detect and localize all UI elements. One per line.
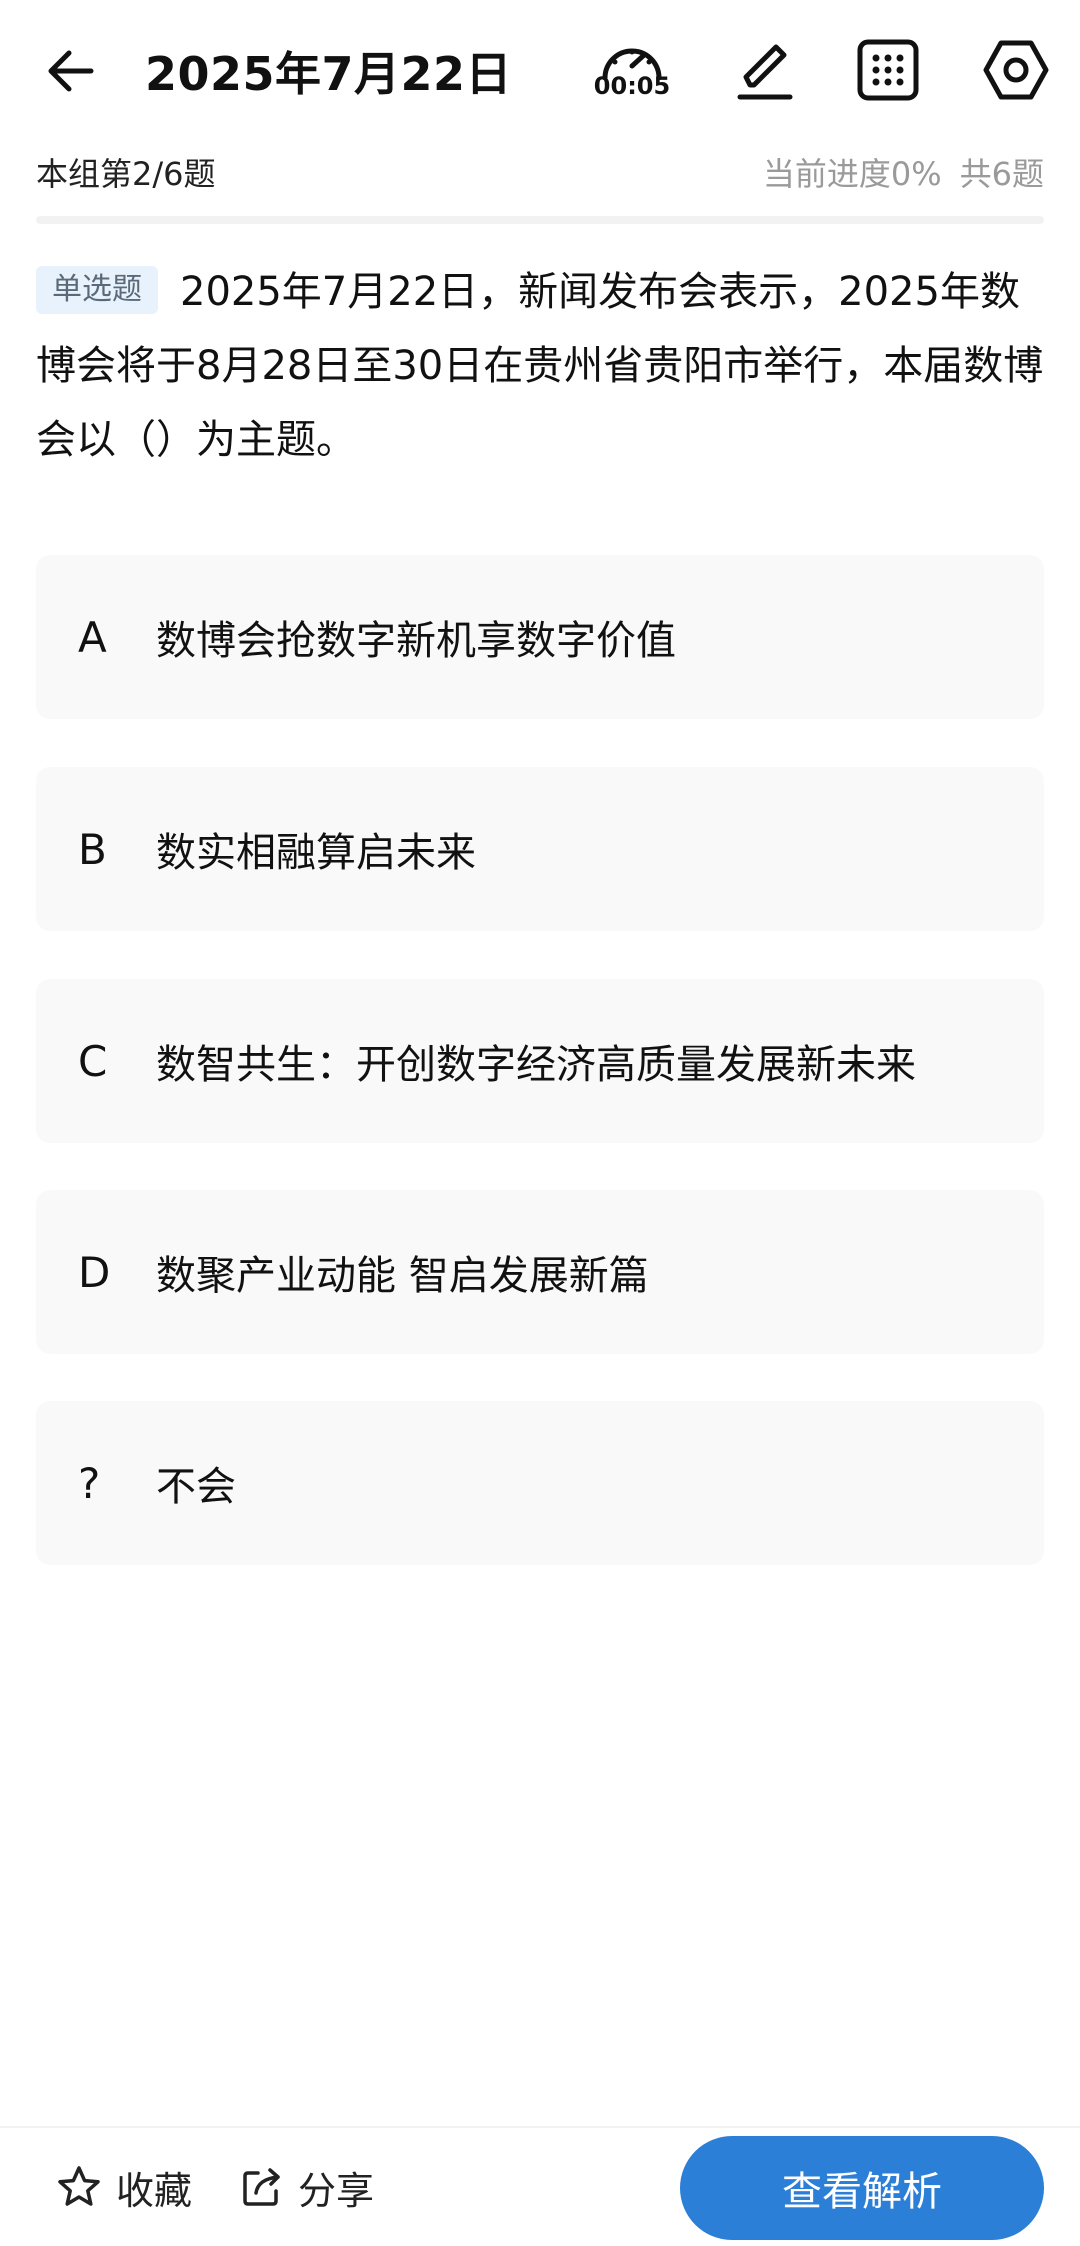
back-button[interactable] <box>36 36 106 106</box>
answer-sheet-button[interactable] <box>848 30 928 110</box>
option-letter: D <box>78 1247 111 1297</box>
option-a[interactable]: A 数博会抢数字新机享数字价值 <box>36 555 1044 719</box>
option-text: 数聚产业动能 智启发展新篇 <box>156 1253 649 1299</box>
view-analysis-button[interactable]: 查看解析 <box>680 2136 1044 2240</box>
arrow-left-icon <box>48 50 94 92</box>
timer-readout: 00:05 <box>593 72 671 100</box>
progress-row: 本组第2/6题 当前进度0% 共6题 <box>36 150 1044 194</box>
option-c[interactable]: C 数智共生：开创数字经济高质量发展新未来 <box>36 979 1044 1143</box>
edit-button[interactable] <box>724 30 804 110</box>
option-text: 数博会抢数字新机享数字价值 <box>156 618 676 664</box>
page-title: 2025年7月22日 <box>145 47 513 101</box>
question-text: 2025年7月22日，新闻发布会表示，2025年数博会将于8月28日至30日在贵… <box>36 269 1044 463</box>
progress-divider <box>36 216 1044 224</box>
current-progress-label: 当前进度0% <box>762 155 942 193</box>
option-text: 数智共生：开创数字经济高质量发展新未来 <box>156 1042 916 1088</box>
share-icon <box>243 2168 280 2206</box>
option-letter: ? <box>78 1458 101 1508</box>
share-label: 分享 <box>298 2168 375 2213</box>
option-text: 不会 <box>156 1464 236 1510</box>
option-d[interactable]: D 数聚产业动能 智启发展新篇 <box>36 1190 1044 1354</box>
settings-hexagon-icon <box>983 40 1049 100</box>
group-progress-label: 本组第2/6题 <box>36 155 216 193</box>
option-letter: A <box>78 612 107 662</box>
settings-button[interactable] <box>976 30 1056 110</box>
share-button[interactable]: 分享 <box>240 2128 374 2246</box>
pencil-icon <box>737 44 793 100</box>
overall-progress: 当前进度0% 共6题 <box>763 149 1044 195</box>
option-b[interactable]: B 数实相融算启未来 <box>36 767 1044 931</box>
question-type-badge: 单选题 <box>36 266 158 314</box>
option-dont-know[interactable]: ? 不会 <box>36 1401 1044 1565</box>
option-text: 数实相融算启未来 <box>156 830 476 876</box>
bottom-action-bar: 收藏 分享 查看解析 <box>0 2128 1080 2246</box>
favorite-button[interactable]: 收藏 <box>56 2128 192 2246</box>
option-letter: B <box>78 824 107 874</box>
question-stem: 单选题 2025年7月22日，新闻发布会表示，2025年数博会将于8月28日至30… <box>36 255 1046 477</box>
grid-icon <box>857 39 919 101</box>
top-app-bar: 2025年7月22日 00:05 <box>0 0 1080 140</box>
star-icon <box>58 2166 100 2206</box>
total-count-label: 共6题 <box>959 155 1044 193</box>
option-letter: C <box>78 1036 108 1086</box>
timer-button[interactable]: 00:05 <box>592 30 672 110</box>
favorite-label: 收藏 <box>116 2168 193 2213</box>
quiz-page: 2025年7月22日 00:05 本组第2/6题 当前进度0% 共6题 单选题 … <box>0 0 1080 2246</box>
